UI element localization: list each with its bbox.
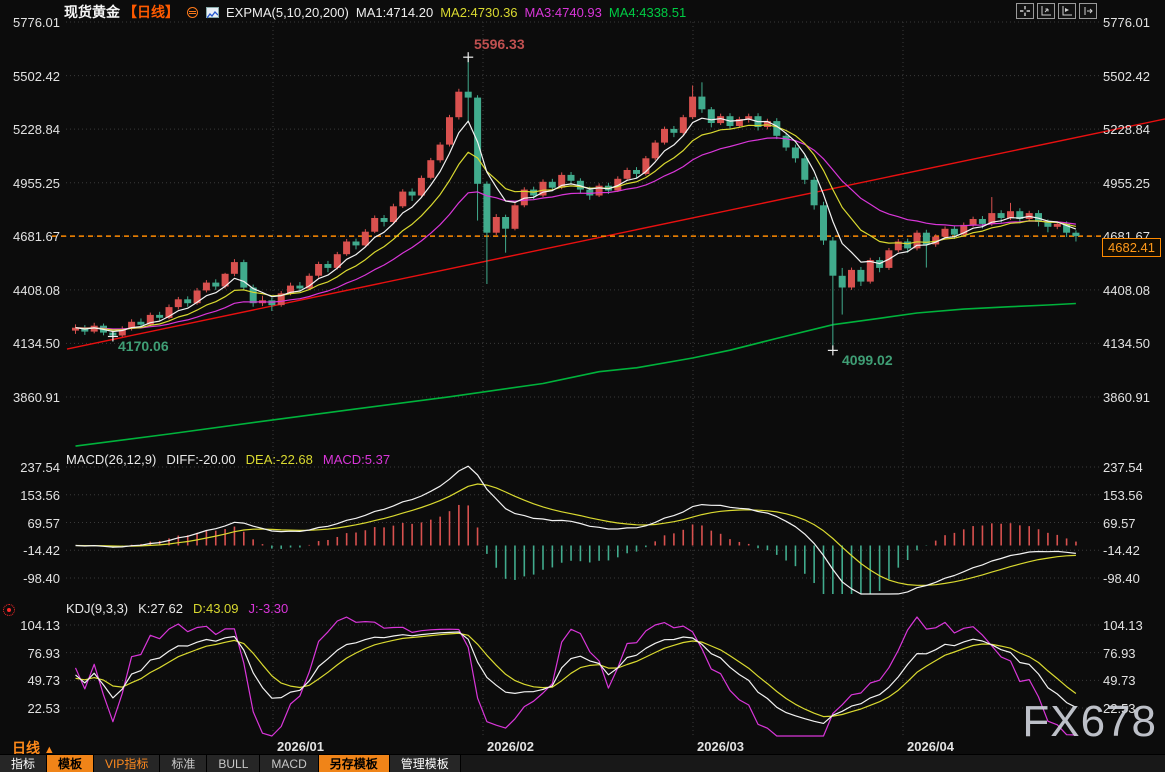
kdj-axis-label-right: 104.13 [1103, 618, 1143, 633]
kdj-axis-label-left: 76.93 [0, 646, 60, 661]
exit-fullscreen-icon[interactable] [1079, 3, 1097, 19]
y-axis-label-left: 5776.01 [0, 15, 60, 30]
ma3-value: MA3:4740.93 [525, 5, 602, 20]
y-axis-label-left: 5502.42 [0, 69, 60, 84]
y-axis-label-right: 5228.84 [1103, 122, 1150, 137]
y-axis-label-right: 4955.25 [1103, 176, 1150, 191]
trading-app-window: 5776.01 5776.01 5502.42 5502.42 5228.84 5228.… [0, 0, 1165, 772]
tab-bull[interactable]: BULL [207, 755, 260, 772]
tab-standard[interactable]: 标准 [160, 755, 207, 772]
watermark-logo: FX678 [1022, 697, 1157, 747]
ma2-value: MA2:4730.36 [440, 5, 517, 20]
y-axis-label-right: 3860.91 [1103, 390, 1150, 405]
kdj-d-value: D:43.09 [193, 601, 239, 616]
macd-dea-value: DEA:-22.68 [246, 452, 313, 467]
kdj-axis-label-left: 104.13 [0, 618, 60, 633]
y-axis-label-right: 5502.42 [1103, 69, 1150, 84]
macd-axis-label-right: -98.40 [1103, 571, 1140, 586]
period-label[interactable]: 【日线】 [123, 2, 179, 22]
tab-templates[interactable]: 模板 [47, 755, 94, 772]
y-axis-label-right: 4408.08 [1103, 283, 1150, 298]
macd-axis-label-left: -98.40 [0, 571, 60, 586]
y-axis-label-left: 4134.50 [0, 336, 60, 351]
alert-dot-icon[interactable] [3, 604, 15, 616]
y-axis-label-left: 3860.91 [0, 390, 60, 405]
crosshair-icon[interactable] [1016, 3, 1034, 19]
macd-axis-label-left: 153.56 [0, 488, 60, 503]
kdj-k-value: K:27.62 [138, 601, 183, 616]
macd-macd-value: MACD:5.37 [323, 452, 390, 467]
kdj-axis-label-left: 49.73 [0, 673, 60, 688]
bottom-toolbar: 指标 模板 VIP指标 标准 BULL MACD 另存模板 管理模板 [0, 754, 1165, 772]
kdj-axis-label-right: 76.93 [1103, 646, 1136, 661]
x-axis-label: 2026/02 [487, 739, 534, 754]
chart-header: 现货黄金【日线】 EXPMA(5,10,20,200) MA1:4714.20 … [64, 2, 686, 22]
chart-type-icon[interactable] [206, 6, 219, 19]
price-extreme-annotation: 5596.33 [474, 36, 525, 52]
scale-y-axis-icon[interactable] [1037, 3, 1055, 19]
macd-axis-label-left: 69.57 [0, 516, 60, 531]
y-axis-label-right: 4134.50 [1103, 336, 1150, 351]
y-axis-label-right: 5776.01 [1103, 15, 1150, 30]
kdj-title[interactable]: KDJ(9,3,3) [66, 601, 128, 616]
y-axis-label-left: 4408.08 [0, 283, 60, 298]
macd-axis-label-right: 69.57 [1103, 516, 1136, 531]
current-price-tag: 4682.41 [1102, 238, 1161, 257]
tab-manage-templates[interactable]: 管理模板 [390, 755, 461, 772]
ma4-value: MA4:4338.51 [609, 5, 686, 20]
scale-x-axis-icon[interactable] [1058, 3, 1076, 19]
chart-canvas[interactable] [0, 0, 1165, 772]
macd-axis-label-right: 237.54 [1103, 460, 1143, 475]
tab-indicators[interactable]: 指标 [0, 755, 47, 772]
ma1-value: MA1:4714.20 [356, 5, 433, 20]
settings-circle-icon[interactable] [186, 6, 199, 19]
y-axis-label-left: 4955.25 [0, 176, 60, 191]
symbol-name: 现货黄金 [64, 2, 120, 22]
kdj-header: KDJ(9,3,3) K:27.62 D:43.09 J:-3.30 [66, 601, 288, 616]
macd-axis-label-right: 153.56 [1103, 488, 1143, 503]
tab-vip-indicators[interactable]: VIP指标 [94, 755, 160, 772]
y-axis-label-left: 4681.67 [0, 229, 60, 244]
chart-toolbar-icons [1016, 3, 1097, 19]
tab-save-template[interactable]: 另存模板 [319, 755, 390, 772]
macd-axis-label-right: -14.42 [1103, 543, 1140, 558]
indicator-name: EXPMA(5,10,20,200) [226, 5, 349, 20]
price-extreme-annotation: 4099.02 [842, 352, 893, 368]
macd-header: MACD(26,12,9) DIFF:-20.00 DEA:-22.68 MAC… [66, 452, 390, 467]
x-axis-label: 2026/04 [907, 739, 954, 754]
macd-title[interactable]: MACD(26,12,9) [66, 452, 156, 467]
tab-macd[interactable]: MACD [260, 755, 318, 772]
macd-axis-label-left: 237.54 [0, 460, 60, 475]
kdj-axis-label-right: 49.73 [1103, 673, 1136, 688]
kdj-j-value: J:-3.30 [249, 601, 289, 616]
price-extreme-annotation: 4170.06 [118, 338, 169, 354]
x-axis-label: 2026/01 [277, 739, 324, 754]
macd-axis-label-left: -14.42 [0, 543, 60, 558]
kdj-axis-label-left: 22.53 [0, 701, 60, 716]
x-axis-label: 2026/03 [697, 739, 744, 754]
y-axis-label-left: 5228.84 [0, 122, 60, 137]
macd-diff-value: DIFF:-20.00 [166, 452, 235, 467]
